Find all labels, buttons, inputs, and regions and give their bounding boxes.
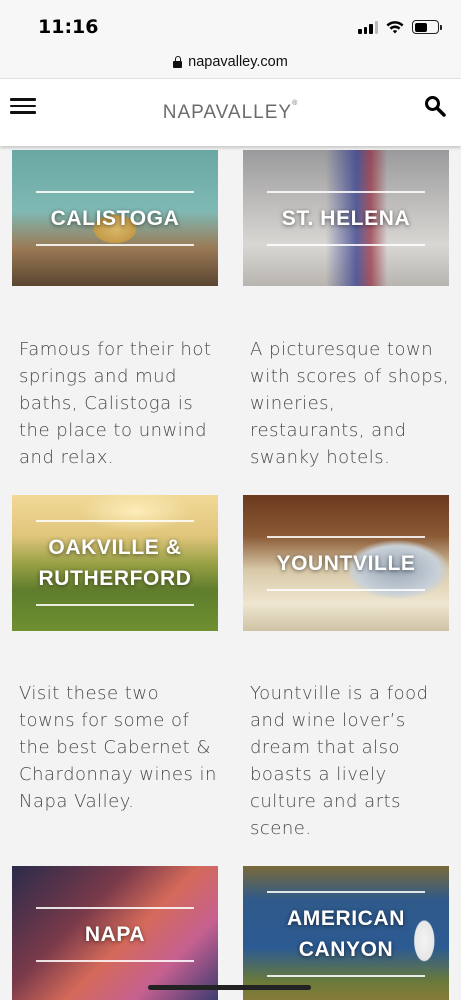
title-frame: ST. HELENA (267, 190, 425, 246)
cellular-signal-icon (358, 20, 378, 34)
title-frame: AMERICAN CANYON (267, 891, 425, 977)
site-logo[interactable]: NAPAVALLEY® (0, 100, 461, 124)
town-title-line-2: CANYON (298, 938, 394, 961)
town-card-american-canyon[interactable]: AMERICAN CANYON (243, 866, 449, 1000)
status-bar: 11:16 (0, 0, 461, 46)
town-title-line-2: RUTHERFORD (38, 567, 192, 590)
town-description: A picturesque town with scores of shops,… (250, 339, 450, 468)
town-card-oakville-rutherford[interactable]: OAKVILLE & RUTHERFORD (12, 495, 218, 631)
title-frame: OAKVILLE & RUTHERFORD (36, 520, 194, 606)
town-description: Visit these two towns for some of the be… (19, 683, 217, 812)
status-time: 11:16 (38, 16, 99, 38)
title-frame: YOUNTVILLE (267, 535, 425, 591)
status-icons (358, 19, 442, 35)
town-description: Yountville is a food and wine lover’s dr… (250, 683, 429, 839)
town-description: Famous for their hot springs and mud bat… (19, 339, 212, 468)
address-bar[interactable]: napavalley.com (0, 46, 461, 78)
town-card-yountville[interactable]: YOUNTVILLE (243, 495, 449, 631)
logo-text: NAPAVALLEY (162, 102, 293, 123)
home-indicator[interactable] (148, 985, 311, 990)
title-frame: NAPA (36, 906, 194, 962)
town-card-st-helena[interactable]: ST. HELENA (243, 150, 449, 286)
town-title: ST. HELENA (281, 206, 411, 230)
search-icon[interactable] (424, 95, 446, 117)
town-title: YOUNTVILLE (276, 551, 416, 575)
url-text: napavalley.com (188, 54, 288, 70)
title-frame: CALISTOGA (36, 190, 194, 246)
town-title-line-1: AMERICAN (287, 907, 405, 930)
battery-icon (412, 20, 442, 34)
town-card-calistoga[interactable]: CALISTOGA (12, 150, 218, 286)
lock-icon (173, 56, 183, 68)
site-header: NAPAVALLEY® (0, 78, 461, 146)
town-card-napa[interactable]: NAPA (12, 866, 218, 1000)
wifi-icon (386, 21, 404, 34)
town-grid: CALISTOGA Famous for their hot springs a… (0, 146, 461, 1000)
logo-mark: ® (292, 100, 299, 107)
town-title-line-1: OAKVILLE & (48, 536, 182, 559)
town-title: NAPA (84, 922, 146, 946)
town-title: CALISTOGA (50, 206, 180, 230)
